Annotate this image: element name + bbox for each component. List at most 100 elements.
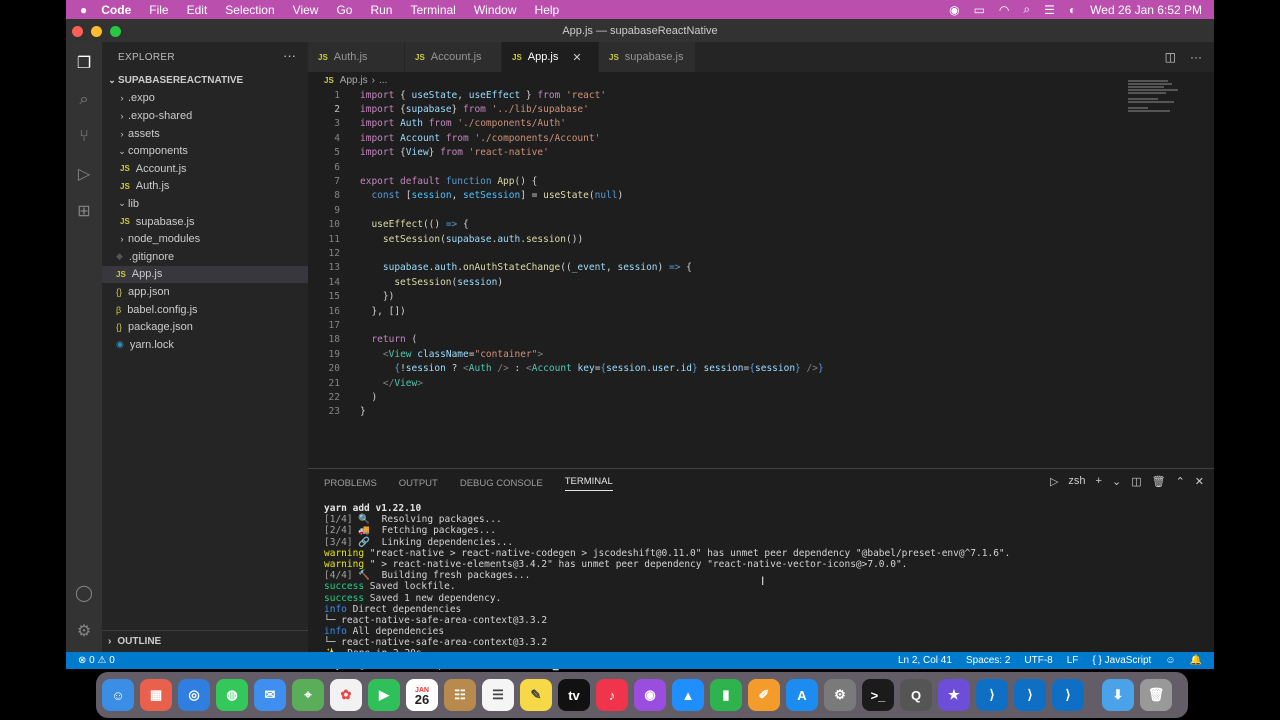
imovie-icon[interactable]: ★: [938, 679, 970, 711]
code-line[interactable]: 21 </View >: [308, 376, 1214, 390]
tree-item-package-json[interactable]: {} package.json: [102, 318, 308, 336]
menu-file[interactable]: File: [149, 3, 168, 17]
reminders-icon[interactable]: ☰: [482, 679, 514, 711]
record-icon[interactable]: ◉: [949, 3, 959, 17]
tab-output[interactable]: OUTPUT: [399, 478, 438, 489]
menu-go[interactable]: Go: [336, 3, 352, 17]
terminal-app-icon[interactable]: >_: [862, 679, 894, 711]
tab-supabase-js[interactable]: JS supabase.js: [599, 42, 696, 72]
code-line[interactable]: 14 setSession(session): [308, 275, 1214, 289]
feedback-icon[interactable]: ☺: [1165, 655, 1175, 666]
menu-help[interactable]: Help: [535, 3, 560, 17]
tree-item-app-json[interactable]: {} app.json: [102, 283, 308, 301]
code-line[interactable]: 9: [308, 203, 1214, 217]
code-line[interactable]: 11 setSession(supabase. auth. session()): [308, 232, 1214, 246]
run-debug-icon[interactable]: ▷: [73, 163, 95, 185]
menubar-clock[interactable]: Wed 26 Jan 6:52 PM: [1090, 3, 1202, 17]
code-line[interactable]: 12: [308, 246, 1214, 260]
close-tab-icon[interactable]: ✕: [572, 51, 581, 64]
battery-icon[interactable]: ▭: [974, 3, 985, 17]
siri-icon[interactable]: ◐: [1069, 3, 1076, 17]
zoom-window-button[interactable]: [110, 26, 121, 37]
tab-account-js[interactable]: JS Account.js: [405, 42, 502, 72]
notifications-bell-icon[interactable]: 🔔: [1190, 655, 1202, 666]
music-icon[interactable]: ♪: [596, 679, 628, 711]
minimap[interactable]: [1128, 80, 1200, 120]
problems-count[interactable]: ⊗ 0 ⚠ 0: [66, 655, 115, 666]
menu-view[interactable]: View: [293, 3, 319, 17]
breadcrumb-rest[interactable]: ...: [379, 75, 387, 86]
code-editor[interactable]: 1 import { useState, useEffect } from 're…: [308, 88, 1214, 419]
accounts-icon[interactable]: ◯: [73, 582, 95, 604]
tab-debug-console[interactable]: DEBUG CONSOLE: [460, 478, 543, 489]
tree-item-assets[interactable]: › assets: [102, 125, 308, 143]
menu-terminal[interactable]: Terminal: [410, 3, 455, 17]
numbers-icon[interactable]: ▮: [710, 679, 742, 711]
code-line[interactable]: 8 const [session, setSession] = useState…: [308, 189, 1214, 203]
tree-item--gitignore[interactable]: ◆ .gitignore: [102, 248, 308, 266]
vscode-icon-3[interactable]: ⟩: [1052, 679, 1084, 711]
tree-item--expo-shared[interactable]: › .expo-shared: [102, 107, 308, 125]
outline-section[interactable]: › OUTLINE: [102, 630, 308, 652]
maps-icon[interactable]: ⌖: [292, 679, 324, 711]
calendar-icon[interactable]: JAN 26: [406, 679, 438, 711]
menu-run[interactable]: Run: [370, 3, 392, 17]
messages-icon[interactable]: ◍: [216, 679, 248, 711]
tree-item-yarn-lock[interactable]: ◉ yarn.lock: [102, 336, 308, 354]
more-actions-icon[interactable]: ···: [283, 48, 296, 63]
terminal-shell-name[interactable]: zsh: [1068, 475, 1085, 488]
new-terminal-icon[interactable]: +: [1096, 475, 1102, 488]
code-line[interactable]: 13 supabase. auth. onAuthStateChange((_eve…: [308, 261, 1214, 275]
photos-icon[interactable]: ✿: [330, 679, 362, 711]
code-line[interactable]: 10 useEffect(() => {: [308, 218, 1214, 232]
app-menu-code[interactable]: Code: [101, 3, 131, 17]
vscode-icon-1[interactable]: ⟩: [976, 679, 1008, 711]
tree-item-node-modules[interactable]: › node_modules: [102, 230, 308, 248]
mail-icon[interactable]: ✉: [254, 679, 286, 711]
finder-icon[interactable]: ☺: [102, 679, 134, 711]
chevron-down-icon[interactable]: ⌄: [1112, 475, 1121, 488]
code-line[interactable]: 3 import Auth from './components/Auth': [308, 117, 1214, 131]
apple-menu-icon[interactable]: ●: [80, 3, 87, 17]
terminal-output[interactable]: yarn add v1.22.10 [1/4] 🔍 Resolving packa…: [324, 503, 1010, 671]
keynote-icon[interactable]: ▲: [672, 679, 704, 711]
podcasts-icon[interactable]: ◉: [634, 679, 666, 711]
split-terminal-icon[interactable]: ◫: [1131, 475, 1141, 488]
code-line[interactable]: 22 ): [308, 390, 1214, 404]
close-window-button[interactable]: [72, 26, 83, 37]
menu-window[interactable]: Window: [474, 3, 517, 17]
quicktime-icon[interactable]: Q: [900, 679, 932, 711]
tree-item-babel-config-js[interactable]: β babel.config.js: [102, 301, 308, 319]
facetime-icon[interactable]: ▶: [368, 679, 400, 711]
code-line[interactable]: 5 import {View} from 'react-native': [308, 146, 1214, 160]
menu-edit[interactable]: Edit: [187, 3, 208, 17]
code-line[interactable]: 16 }, []): [308, 304, 1214, 318]
pages-icon[interactable]: ✐: [748, 679, 780, 711]
more-actions-icon[interactable]: ···: [1190, 50, 1202, 64]
code-line[interactable]: 1 import { useState, useEffect } from 're…: [308, 88, 1214, 102]
code-line[interactable]: 18 return (: [308, 333, 1214, 347]
launchpad-icon[interactable]: ▦: [140, 679, 172, 711]
app-store-icon[interactable]: A: [786, 679, 818, 711]
code-line[interactable]: 7 export default function App() {: [308, 174, 1214, 188]
system-preferences-icon[interactable]: ⚙: [824, 679, 856, 711]
contacts-icon[interactable]: ☷: [444, 679, 476, 711]
tree-item-auth-js[interactable]: JS Auth.js: [102, 178, 308, 196]
settings-gear-icon[interactable]: ⚙: [73, 620, 95, 642]
menu-selection[interactable]: Selection: [225, 3, 274, 17]
tree-item-app-js[interactable]: JS App.js: [102, 265, 308, 284]
wifi-icon[interactable]: ◠: [999, 3, 1009, 17]
tab-problems[interactable]: PROBLEMS: [324, 478, 377, 489]
tab-terminal[interactable]: TERMINAL: [564, 476, 613, 491]
extensions-icon[interactable]: ⊞: [73, 200, 95, 222]
tree-item-components[interactable]: ⌄ components: [102, 142, 308, 160]
search-icon[interactable]: ⌕: [1023, 2, 1030, 17]
code-line[interactable]: 23}: [308, 405, 1214, 419]
tab-auth-js[interactable]: JS Auth.js: [308, 42, 405, 72]
code-line[interactable]: 4 import Account from './components/Accou…: [308, 131, 1214, 145]
code-line[interactable]: 19 < View className = "container" >: [308, 347, 1214, 361]
notes-icon[interactable]: ✎: [520, 679, 552, 711]
vscode-icon-2[interactable]: ⟩: [1014, 679, 1046, 711]
project-root-folder[interactable]: ⌄ SUPABASEREACTNATIVE: [102, 72, 308, 90]
source-control-icon[interactable]: ⑂: [73, 126, 95, 148]
